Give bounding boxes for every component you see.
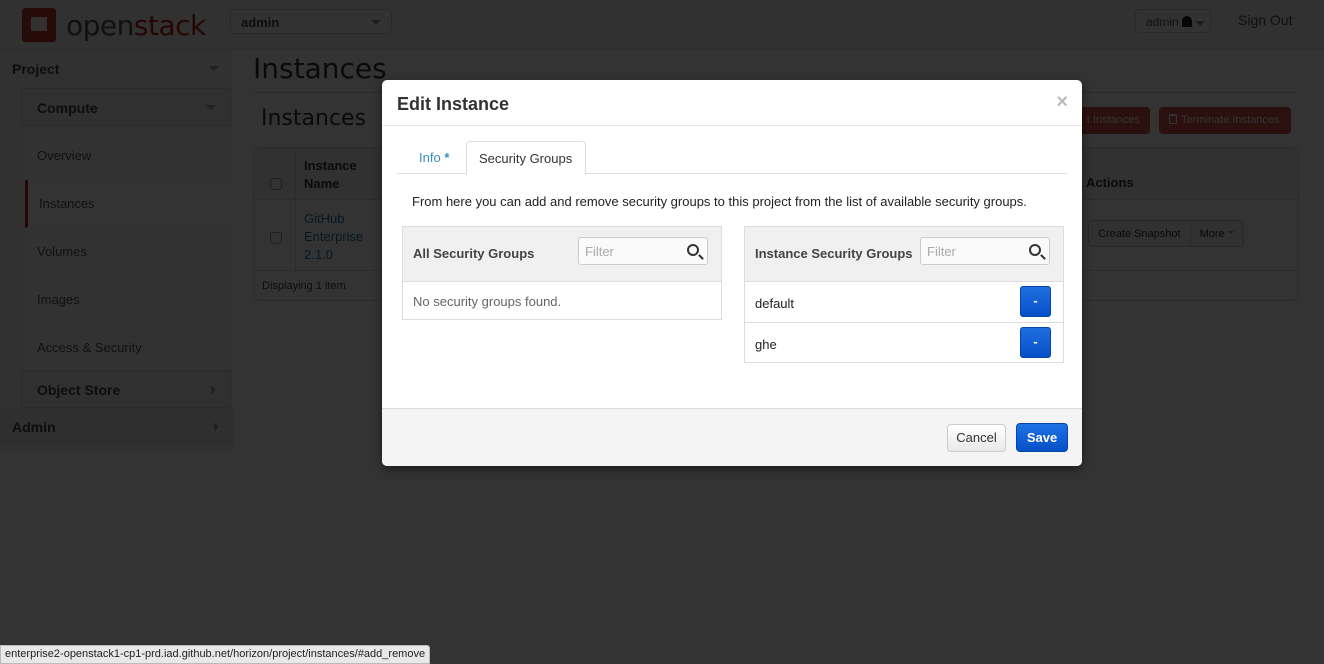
tab-info-label: Info [419, 150, 441, 165]
help-text: From here you can add and remove securit… [412, 194, 1027, 209]
browser-status-bar-url: enterprise2-openstack1-cp1-prd.iad.githu… [0, 645, 431, 664]
modal-header: Edit Instance × [382, 80, 1082, 126]
panel-header: Instance Security Groups [745, 227, 1063, 282]
panel-title: All Security Groups [413, 246, 535, 261]
instance-groups-filter [920, 237, 1050, 265]
modal-tabs: Info * Security Groups [397, 141, 1067, 175]
instance-security-groups-panel: Instance Security Groups default - ghe - [744, 226, 1064, 363]
tab-info[interactable]: Info * [407, 141, 461, 174]
remove-security-group-button[interactable]: - [1020, 327, 1051, 358]
panel-header: All Security Groups [403, 227, 721, 282]
list-item: default - [745, 282, 1063, 323]
all-security-groups-panel: All Security Groups No security groups f… [402, 226, 722, 320]
tab-security-groups[interactable]: Security Groups [466, 141, 586, 175]
search-icon[interactable] [1029, 244, 1041, 256]
all-groups-filter-input[interactable] [579, 238, 669, 264]
edit-instance-modal: Edit Instance × Info * Security Groups F… [382, 80, 1082, 466]
cancel-button[interactable]: Cancel [947, 424, 1006, 452]
empty-message: No security groups found. [413, 294, 562, 309]
list-item: ghe - [745, 323, 1063, 364]
security-group-name: default [755, 296, 795, 311]
instance-groups-filter-input[interactable] [921, 238, 1011, 264]
modal-title: Edit Instance [397, 94, 510, 114]
close-icon[interactable]: × [1056, 92, 1068, 112]
modal-footer: Cancel Save [382, 408, 1082, 466]
remove-security-group-button[interactable]: - [1020, 286, 1051, 317]
required-marker: * [444, 150, 450, 165]
all-groups-filter [578, 237, 708, 265]
save-button[interactable]: Save [1016, 423, 1068, 452]
security-group-name: ghe [755, 337, 777, 352]
panel-title: Instance Security Groups [755, 246, 913, 261]
search-icon[interactable] [687, 244, 699, 256]
